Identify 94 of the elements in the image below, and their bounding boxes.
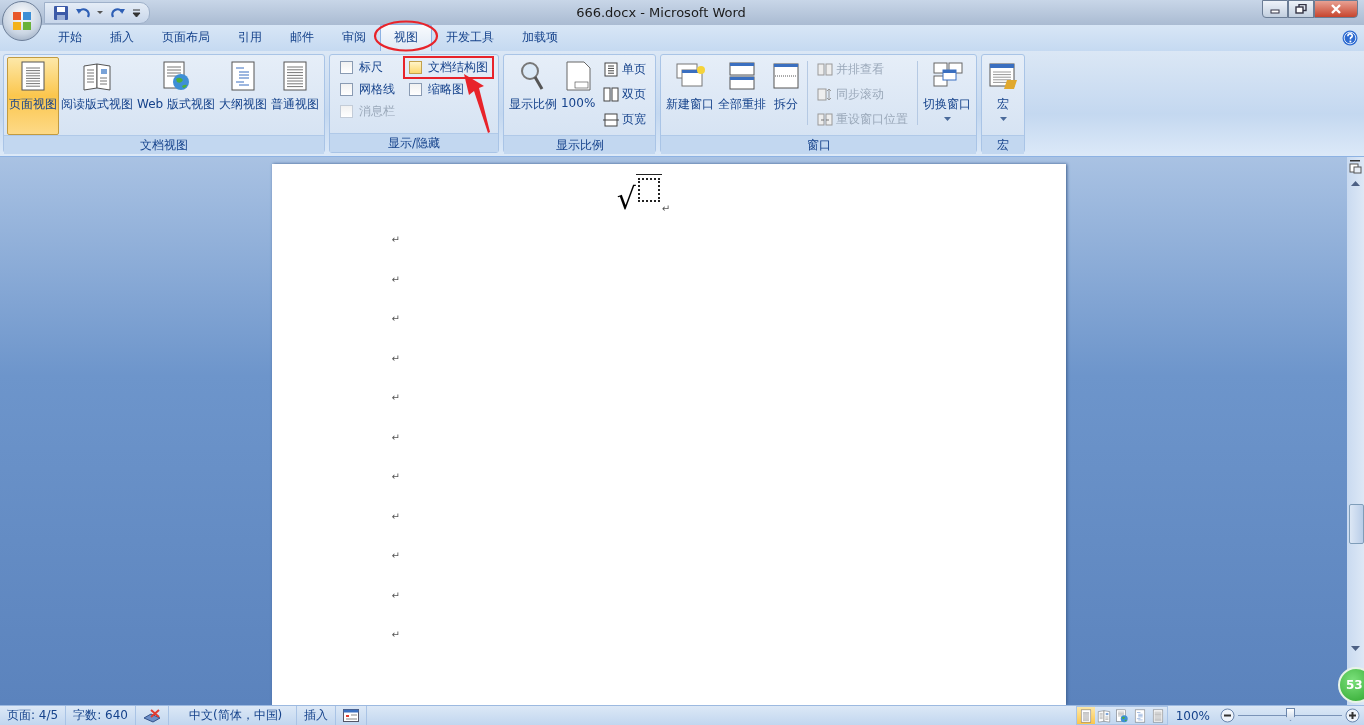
language-indicator[interactable]: 中文(简体，中国) [168,706,298,725]
page-view-button[interactable]: 页面视图 [7,57,59,135]
ribbon-tab[interactable]: 加载项 [508,24,572,51]
caret-icon [999,117,1007,121]
outline-view-icon [1132,708,1147,723]
paragraph-mark: ↵ [391,472,400,482]
zoom-slider-thumb[interactable] [1286,708,1295,721]
save-button[interactable] [51,4,71,22]
caret-icon [943,117,951,121]
paragraph-mark: ↵ [391,630,400,640]
checkbox[interactable] [409,61,422,74]
group-label: 窗口 [661,135,977,154]
page-view-icon [1078,708,1093,723]
group-label: 宏 [982,135,1025,154]
sync-scroll-icon [817,86,834,102]
paragraph-mark: ↵ [661,204,671,214]
globe-page-icon [160,60,192,92]
ribbon-tab[interactable]: 邮件 [276,24,328,51]
page-width-button[interactable]: 页宽 [601,108,649,130]
ribbon-tab[interactable]: 开发工具 [432,24,508,51]
office-logo-icon [11,10,33,32]
zoom-out-button[interactable] [1220,708,1235,723]
checkbox[interactable] [340,61,353,74]
draft-view-icon [1150,708,1165,723]
radical-sign: √ [616,184,636,214]
help-icon [1342,30,1358,46]
checkbox-label[interactable]: 缩略图 [428,81,464,98]
close-button[interactable] [1314,0,1358,18]
single-page-icon [603,61,620,77]
restore-button[interactable] [1288,0,1314,18]
paragraph-mark: ↵ [391,235,400,245]
paragraph-mark: ↵ [391,353,400,364]
paragraph-mark: ↵ [391,274,400,285]
zoom-in-icon [1345,708,1360,723]
paragraph-mark: ↵ [391,432,400,443]
paragraph-mark: ↵ [391,551,400,561]
view-ruler-button[interactable] [1349,160,1362,174]
open-book-icon [1096,708,1111,723]
zoom-out-icon [1220,708,1235,723]
outline-view-button[interactable]: 大纲视图 [217,57,269,135]
word-count[interactable]: 字数: 640 [66,706,136,725]
two-pages-button[interactable]: 双页 [601,83,649,105]
office-button[interactable] [2,1,42,41]
paragraph-mark: ↵ [391,590,400,601]
macro-icon [987,60,1020,92]
paragraph-mark: ↵ [391,511,400,522]
proofing-book-icon [142,708,161,723]
dropdown-icon [97,11,104,15]
ribbon-tab[interactable]: 插入 [96,24,148,51]
group-label: 显示比例 [504,135,656,154]
checkbox[interactable] [409,83,422,96]
ruler-toggle-icon [1349,160,1362,174]
ribbon-tab[interactable]: 审阅 [328,24,380,51]
open-book-icon [81,60,113,92]
macro-button[interactable]: 宏 [985,57,1022,135]
arrange-windows-button[interactable]: 全部重排 [716,57,769,135]
open-book-button[interactable]: 阅读版式视图 [59,57,135,135]
split-window-button[interactable]: 拆分 [768,57,805,135]
two-pages-icon [603,86,620,102]
checkbox[interactable] [340,83,353,96]
window-title: 666.docx - Microsoft Word [576,5,746,20]
group-label: 文档视图 [4,135,324,154]
checkbox-label[interactable]: 网格线 [359,81,395,98]
restore-icon [1295,4,1307,14]
paragraph-mark: ↵ [391,393,400,403]
switch-windows-button[interactable]: 切换窗口 [921,57,974,135]
group-label: 显示/隐藏 [330,133,498,152]
side-by-side-icon [817,61,834,77]
page-count[interactable]: 页面: 4/5 [0,706,67,725]
globe-page-icon [1114,708,1129,723]
draft-view-button[interactable]: 普通视图 [269,57,321,135]
insert-mode-indicator[interactable]: 插入 [297,706,337,725]
reset-position-icon [817,111,834,127]
new-window-button[interactable]: 新建窗口 [664,57,717,135]
ribbon-tab[interactable]: 引用 [224,24,276,51]
magnifier-button[interactable]: 显示比例 [507,57,559,135]
zoom-level[interactable]: 100% [1167,708,1220,723]
minimize-button[interactable] [1262,0,1288,18]
macro-record-icon [343,709,360,722]
ribbon-tab[interactable]: 页面布局 [148,24,224,51]
save-icon [53,5,69,21]
checkbox-label[interactable]: 文档结构图 [428,59,488,76]
close-icon [1330,4,1342,14]
checkbox-label[interactable]: 标尺 [359,59,383,76]
paragraph-mark: ↵ [391,314,400,324]
page-view-button[interactable] [1076,707,1095,724]
scrollbar-thumb[interactable] [1349,504,1364,544]
page-width-icon [603,111,620,127]
globe-page-button[interactable]: Web 版式视图 [135,57,217,135]
ribbon-tab[interactable]: 开始 [44,24,96,51]
zoom-in-button[interactable] [1345,708,1360,723]
equation-placeholder [637,178,660,202]
single-page-button[interactable]: 单页 [601,58,649,80]
page-hundred-button[interactable]: 100% [559,57,598,135]
